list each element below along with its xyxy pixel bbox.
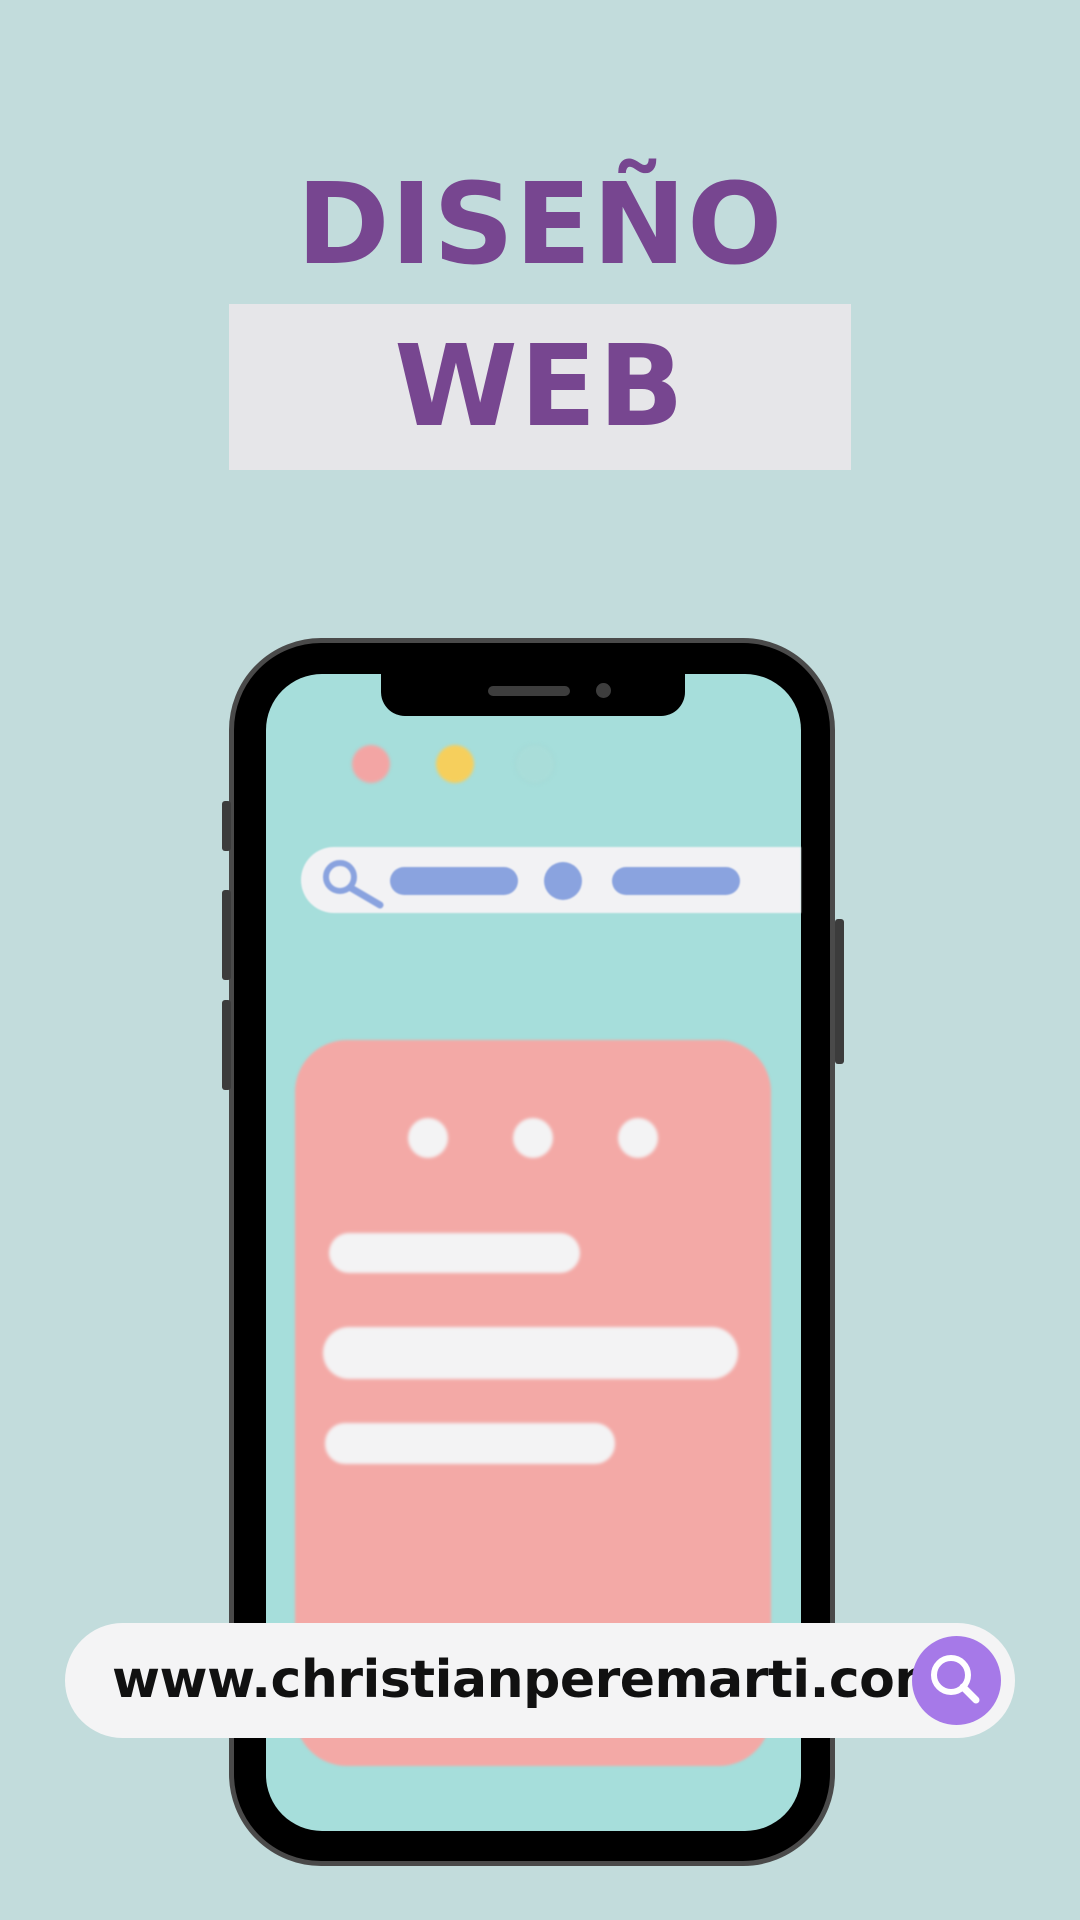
page-title-web: WEB <box>394 322 686 452</box>
phone-side-button-left-2 <box>222 890 231 980</box>
url-search-button[interactable] <box>912 1636 1001 1725</box>
title-box: WEB <box>229 304 851 470</box>
window-dot-yellow <box>436 745 474 783</box>
search-placeholder-pill-2 <box>612 867 740 895</box>
page-title-diseno: DISEÑO <box>296 160 784 290</box>
card-dot-1 <box>408 1118 448 1158</box>
phone-side-button-right <box>835 919 844 1064</box>
window-dot-red <box>352 745 390 783</box>
card-dot-3 <box>618 1118 658 1158</box>
card-line-1 <box>329 1233 580 1273</box>
search-icon <box>323 860 384 909</box>
phone-camera <box>596 683 611 698</box>
card-line-2 <box>323 1327 738 1379</box>
card-dot-2 <box>513 1118 553 1158</box>
phone-side-button-left-1 <box>222 801 231 851</box>
search-icon <box>931 1655 980 1704</box>
phone-speaker <box>488 686 570 696</box>
phone-search-bar[interactable] <box>301 847 801 913</box>
url-text: www.christianperemarti.com <box>112 1650 949 1710</box>
search-dot <box>544 862 582 900</box>
window-dot-teal <box>516 745 554 783</box>
search-placeholder-pill-1 <box>390 867 518 895</box>
card-line-3 <box>325 1423 615 1464</box>
url-bar[interactable]: www.christianperemarti.com <box>65 1623 1015 1738</box>
phone-side-button-left-3 <box>222 1000 231 1090</box>
